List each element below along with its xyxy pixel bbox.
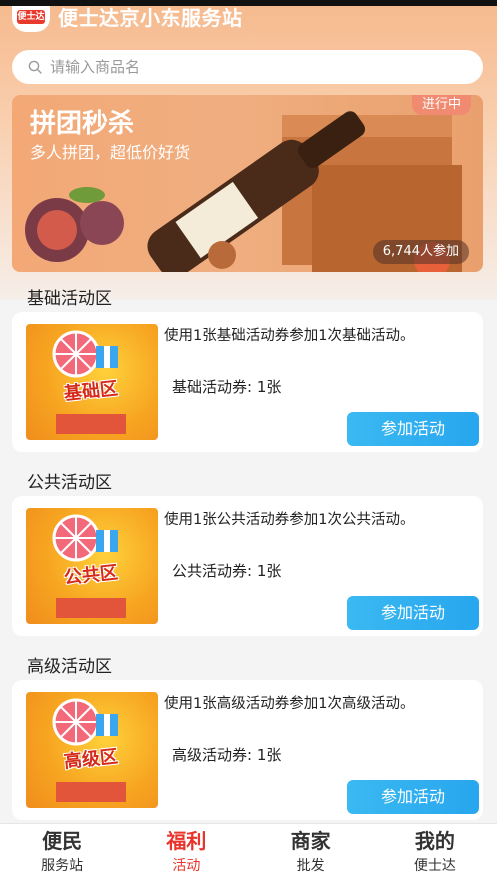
tab-label: 便士达 bbox=[413, 858, 456, 874]
activity-card-advanced: 高级区 使用1张高级活动券参加1次高级活动。 高级活动券: 1张 参加活动 bbox=[12, 680, 483, 820]
activity-card-basic: 基础区 使用1张基础活动券参加1次基础活动。 基础活动券: 1张 参加活动 bbox=[12, 312, 483, 452]
activity-description: 使用1张公共活动券参加1次公共活动。 bbox=[164, 512, 415, 528]
tab-title: 我的 bbox=[414, 829, 455, 853]
participant-count: 6,744人参加 bbox=[372, 240, 469, 264]
tab-wholesale[interactable]: 商家 批发 bbox=[249, 824, 373, 883]
join-activity-button[interactable]: 参加活动 bbox=[347, 596, 479, 630]
activity-thumbnail: 高级区 bbox=[26, 692, 158, 808]
ticket-count: 基础活动券: 1张 bbox=[172, 378, 282, 396]
page-title: 便士达京小东服务站 bbox=[58, 6, 243, 30]
section-title-basic: 基础活动区 bbox=[27, 289, 112, 309]
section-title-advanced: 高级活动区 bbox=[27, 657, 112, 677]
app-logo: 便士达 bbox=[12, 6, 50, 32]
tab-title: 商家 bbox=[290, 829, 331, 853]
search-icon bbox=[28, 60, 42, 74]
app-header: 便士达 便士达京小东服务站 bbox=[0, 6, 497, 38]
activity-description: 使用1张基础活动券参加1次基础活动。 bbox=[164, 328, 415, 344]
tab-service-station[interactable]: 便民 服务站 bbox=[0, 824, 124, 883]
bottom-tab-bar: 便民 服务站 福利 活动 商家 批发 我的 便士达 bbox=[0, 823, 497, 883]
activity-description: 使用1张高级活动券参加1次高级活动。 bbox=[164, 696, 415, 712]
tab-profile[interactable]: 我的 便士达 bbox=[373, 824, 497, 883]
tab-activities[interactable]: 福利 活动 bbox=[124, 824, 248, 883]
banner-subtitle: 多人拼团，超低价好货 bbox=[30, 143, 191, 162]
join-activity-button[interactable]: 参加活动 bbox=[347, 780, 479, 814]
activity-thumbnail: 公共区 bbox=[26, 508, 158, 624]
tab-label: 批发 bbox=[296, 858, 325, 874]
search-input[interactable] bbox=[50, 50, 470, 84]
search-bar[interactable] bbox=[12, 50, 483, 84]
banner-title: 拼团秒杀 bbox=[30, 109, 135, 139]
activity-thumbnail: 基础区 bbox=[26, 324, 158, 440]
logo-text: 便士达 bbox=[17, 10, 45, 24]
section-title-public: 公共活动区 bbox=[27, 473, 112, 493]
status-badge: 进行中 bbox=[411, 95, 471, 115]
tab-label: 服务站 bbox=[41, 858, 84, 874]
tab-label: 活动 bbox=[172, 858, 201, 874]
ticket-count: 高级活动券: 1张 bbox=[172, 746, 282, 764]
ticket-count: 公共活动券: 1张 bbox=[172, 562, 282, 580]
tab-title: 便民 bbox=[42, 829, 83, 853]
group-buy-banner[interactable]: 拼团秒杀 多人拼团，超低价好货 进行中 6,744人参加 bbox=[12, 95, 483, 272]
join-activity-button[interactable]: 参加活动 bbox=[347, 412, 479, 446]
tab-title: 福利 bbox=[166, 829, 207, 853]
activity-card-public: 公共区 使用1张公共活动券参加1次公共活动。 公共活动券: 1张 参加活动 bbox=[12, 496, 483, 636]
